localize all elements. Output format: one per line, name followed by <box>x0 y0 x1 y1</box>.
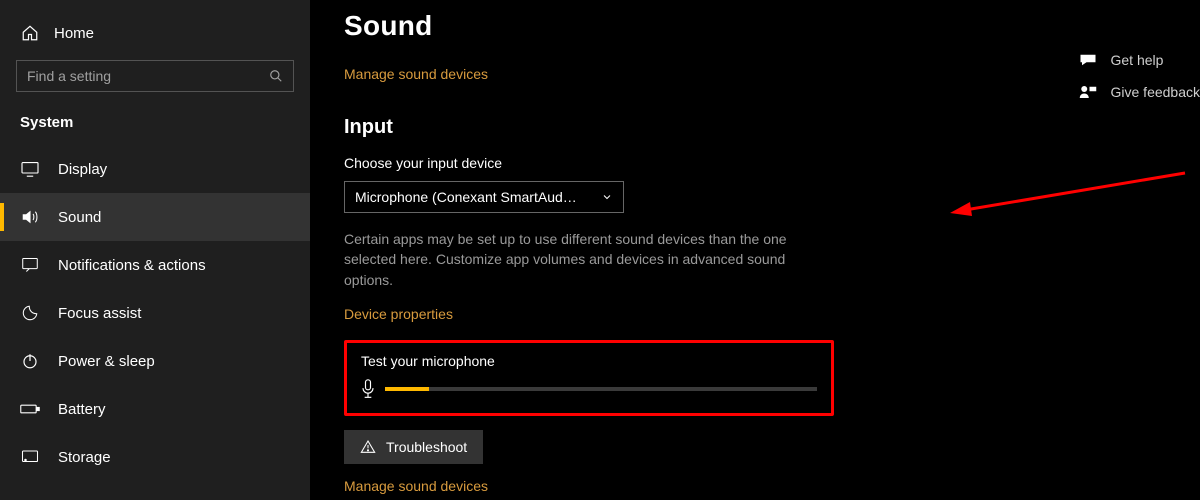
troubleshoot-label: Troubleshoot <box>386 439 467 455</box>
test-microphone-label: Test your microphone <box>361 353 817 369</box>
microphone-level-fill <box>385 387 429 391</box>
choose-input-label: Choose your input device <box>344 155 1200 171</box>
microphone-icon <box>361 379 375 399</box>
feedback-icon <box>1079 84 1097 100</box>
sidebar-item-display[interactable]: Display <box>0 145 310 193</box>
microphone-level-bar <box>385 387 817 391</box>
sidebar-section-label: System <box>0 110 310 145</box>
sidebar-item-battery[interactable]: Battery <box>0 385 310 433</box>
focus-assist-icon <box>20 304 40 322</box>
power-icon <box>20 352 40 370</box>
sidebar-item-sound[interactable]: Sound <box>0 193 310 241</box>
dropdown-value: Microphone (Conexant SmartAud… <box>355 189 577 205</box>
input-info-text: Certain apps may be set up to use differ… <box>344 229 794 290</box>
give-feedback-label: Give feedback <box>1111 84 1200 100</box>
input-section-heading: Input <box>344 116 1200 139</box>
sound-icon <box>20 208 40 226</box>
sidebar-item-label: Sound <box>58 209 101 226</box>
sidebar-item-label: Notifications & actions <box>58 257 206 274</box>
search-input[interactable]: Find a setting <box>16 60 294 92</box>
sidebar-item-focus-assist[interactable]: Focus assist <box>0 289 310 337</box>
chevron-down-icon <box>601 191 613 203</box>
annotation-arrow <box>950 168 1190 218</box>
device-properties-link[interactable]: Device properties <box>344 306 1200 322</box>
battery-icon <box>20 402 40 416</box>
sidebar-item-label: Power & sleep <box>58 353 155 370</box>
sidebar-home[interactable]: Home <box>0 18 310 56</box>
main-content: Sound Manage sound devices Input Choose … <box>310 0 1200 500</box>
input-device-dropdown[interactable]: Microphone (Conexant SmartAud… <box>344 181 624 213</box>
help-panel: Get help Give feedback <box>1079 44 1200 108</box>
manage-sound-devices-link[interactable]: Manage sound devices <box>344 66 1200 82</box>
home-icon <box>20 24 40 42</box>
get-help-label: Get help <box>1111 52 1164 68</box>
warning-icon <box>360 439 376 455</box>
sidebar-item-storage[interactable]: Storage <box>0 433 310 481</box>
sidebar-item-label: Focus assist <box>58 305 141 322</box>
test-microphone-block: Test your microphone <box>344 340 834 416</box>
search-icon <box>269 69 283 83</box>
search-placeholder: Find a setting <box>27 68 269 84</box>
page-title: Sound <box>344 10 1200 42</box>
get-help-link[interactable]: Get help <box>1079 44 1200 76</box>
storage-icon <box>20 449 40 465</box>
sidebar-item-power-sleep[interactable]: Power & sleep <box>0 337 310 385</box>
manage-sound-devices-link-2[interactable]: Manage sound devices <box>344 478 1200 494</box>
sidebar-item-notifications[interactable]: Notifications & actions <box>0 241 310 289</box>
notifications-icon <box>20 257 40 273</box>
sidebar-item-label: Storage <box>58 449 111 466</box>
settings-sidebar: Home Find a setting System Display Sound… <box>0 0 310 500</box>
sidebar-item-label: Display <box>58 161 107 178</box>
give-feedback-link[interactable]: Give feedback <box>1079 76 1200 108</box>
display-icon <box>20 161 40 177</box>
sidebar-home-label: Home <box>54 25 94 42</box>
help-icon <box>1079 53 1097 67</box>
troubleshoot-button[interactable]: Troubleshoot <box>344 430 483 464</box>
sidebar-item-label: Battery <box>58 401 106 418</box>
